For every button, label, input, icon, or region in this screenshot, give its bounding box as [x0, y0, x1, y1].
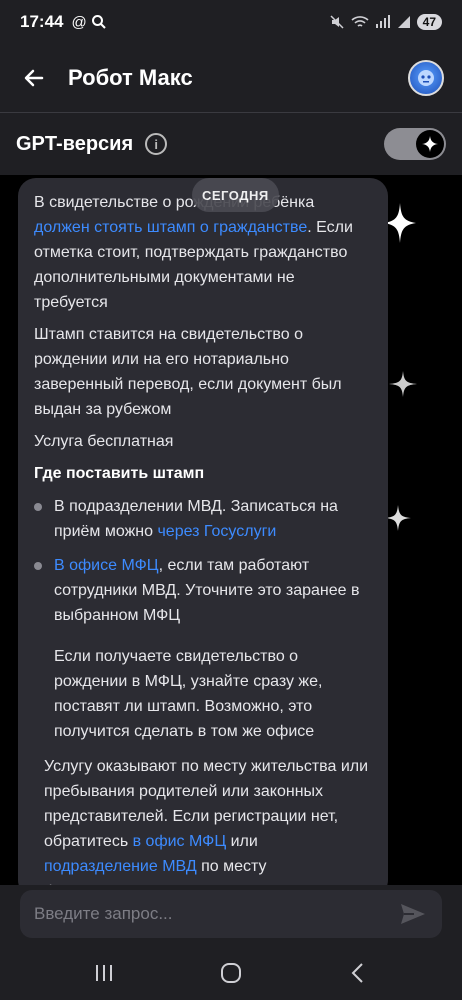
chat-area[interactable]: В свидетельстве о рождении ребёнка долже… — [0, 175, 462, 885]
back-nav-button[interactable] — [338, 953, 378, 993]
gpt-version-row: GPT-версия i — [0, 113, 462, 175]
message-heading: Где поставить штамп — [34, 465, 205, 482]
send-icon — [401, 904, 425, 924]
search-icon — [91, 14, 106, 29]
home-button[interactable] — [211, 953, 251, 993]
page-title: Робот Макс — [68, 65, 193, 90]
message-paragraph: Услуга бесплатная — [34, 433, 174, 450]
chevron-left-icon — [351, 962, 364, 983]
date-chip: СЕГОДНЯ — [192, 178, 279, 212]
message-paragraph: Услугу оказывают по месту жительства или… — [44, 758, 369, 885]
gosuslugi-link[interactable]: через Госуслуги — [157, 523, 276, 540]
mvd-division-link[interactable]: подразделение МВД — [44, 858, 197, 875]
sparkle-icon — [384, 203, 416, 243]
list-item: В подразделении МВД. Записаться на приём… — [34, 494, 372, 544]
robot-icon — [418, 70, 434, 86]
mfc-office-link[interactable]: В офисе МФЦ — [54, 557, 159, 574]
status-time: 17:44 — [20, 12, 64, 31]
recents-icon — [95, 964, 112, 981]
send-button[interactable] — [398, 899, 428, 929]
mute-icon — [330, 15, 344, 29]
at-icon: @ — [71, 13, 87, 31]
sparkle-icon — [389, 371, 417, 397]
gpt-version-label: GPT-версия — [16, 132, 134, 155]
bot-message: В свидетельстве о рождении ребёнка долже… — [18, 178, 388, 885]
avatar[interactable] — [408, 60, 444, 96]
status-bar: 17:44 @ 47 — [0, 0, 462, 44]
gpt-toggle[interactable] — [384, 128, 446, 160]
query-input[interactable] — [34, 904, 398, 924]
sparkle-icon — [385, 505, 411, 531]
recents-button[interactable] — [84, 953, 124, 993]
back-button[interactable] — [18, 62, 50, 94]
sparkle-icon — [422, 136, 438, 152]
arrow-left-icon — [24, 69, 44, 87]
input-area — [0, 885, 462, 945]
mfc-office-link-2[interactable]: в офис МФЦ — [133, 833, 227, 850]
citizenship-stamp-link[interactable]: должен стоять штамп о гражданстве — [34, 219, 307, 236]
info-icon[interactable]: i — [145, 133, 168, 155]
battery-indicator: 47 — [416, 14, 442, 30]
app-header: Робот Макс — [0, 44, 462, 112]
signal-icon-2 — [397, 16, 410, 28]
system-navbar — [0, 945, 462, 1000]
home-icon — [220, 962, 241, 983]
message-paragraph: Штамп ставится на свидетельство о рожден… — [34, 326, 342, 418]
message-paragraph: Если получаете свидетельство о рождении … — [54, 648, 323, 740]
list-item: В офисе МФЦ, если там работают сотрудник… — [34, 553, 372, 628]
input-bar — [20, 890, 442, 938]
signal-icon — [375, 15, 390, 28]
toggle-knob — [416, 130, 444, 158]
wifi-icon — [351, 16, 369, 27]
